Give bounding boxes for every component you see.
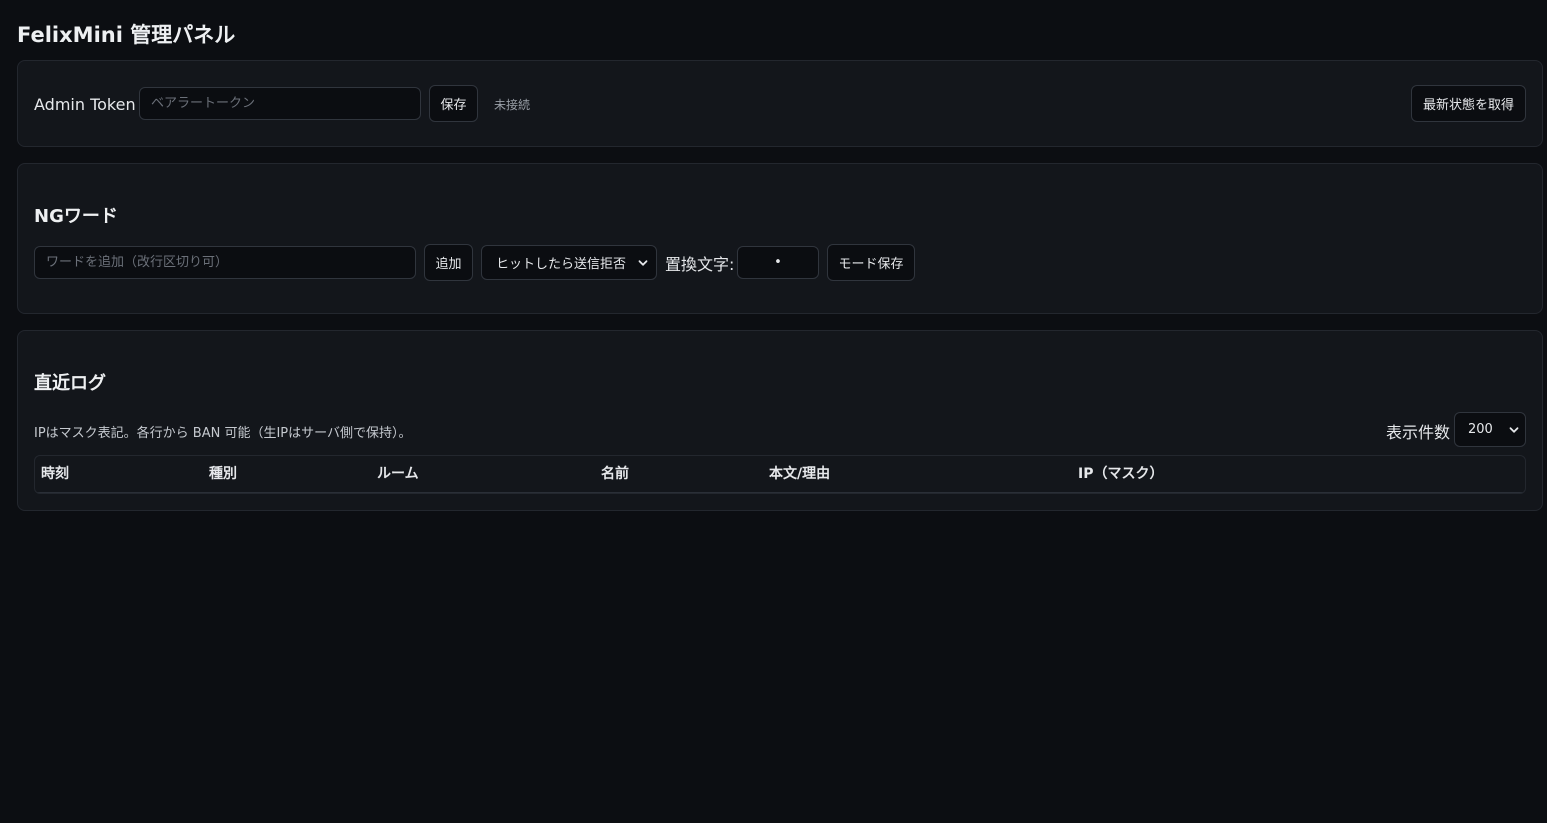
refresh-state-button[interactable]: 最新状態を取得 <box>1411 85 1526 122</box>
ng-word-add-button[interactable]: 追加 <box>424 244 473 281</box>
ng-mode-select[interactable]: ヒットしたら送信拒否 <box>481 245 657 280</box>
admin-token-label: Admin Token <box>34 95 136 114</box>
log-table: 時刻 種別 ルーム 名前 本文/理由 IP（マスク） <box>34 455 1526 494</box>
mode-save-button[interactable]: モード保存 <box>827 244 915 281</box>
replace-char-input[interactable] <box>737 246 819 279</box>
log-table-header-row: 時刻 種別 ルーム 名前 本文/理由 IP（マスク） <box>35 456 1525 493</box>
ng-word-input[interactable] <box>34 246 416 279</box>
admin-token-input[interactable] <box>139 87 421 120</box>
chevron-down-icon <box>1509 426 1519 433</box>
column-header-body-reason: 本文/理由 <box>769 466 831 482</box>
recent-log-card: 直近ログ IPはマスク表記。各行から BAN 可能（生IPはサーバ側で保持）。 … <box>17 330 1543 511</box>
chevron-down-icon <box>638 259 648 266</box>
column-header-type: 種別 <box>209 466 237 482</box>
token-card: Admin Token 保存 未接続 最新状態を取得 <box>17 60 1543 147</box>
connection-status: 未接続 <box>494 98 531 112</box>
column-header-room: ルーム <box>377 466 419 482</box>
page-title: FelixMini 管理パネル <box>17 23 236 47</box>
column-header-time: 時刻 <box>41 466 69 482</box>
ng-word-card: NGワード 追加 ヒットしたら送信拒否 置換文字: モード保存 <box>17 163 1543 314</box>
recent-log-heading: 直近ログ <box>34 373 106 394</box>
ng-word-heading: NGワード <box>34 206 118 227</box>
display-count-select[interactable]: 200 <box>1454 412 1526 447</box>
column-header-name: 名前 <box>601 466 629 482</box>
column-header-ip-masked: IP（マスク） <box>1078 466 1164 482</box>
admin-panel-page: FelixMini 管理パネル Admin Token 保存 未接続 最新状態を… <box>0 0 1547 823</box>
replace-char-label: 置換文字: <box>665 255 735 274</box>
display-count-selected-value: 200 <box>1468 422 1493 437</box>
ip-mask-note: IPはマスク表記。各行から BAN 可能（生IPはサーバ側で保持）。 <box>34 426 412 441</box>
ng-mode-selected-value: ヒットしたら送信拒否 <box>496 257 627 272</box>
display-count-label: 表示件数 <box>1386 423 1451 442</box>
token-save-button[interactable]: 保存 <box>429 85 478 122</box>
